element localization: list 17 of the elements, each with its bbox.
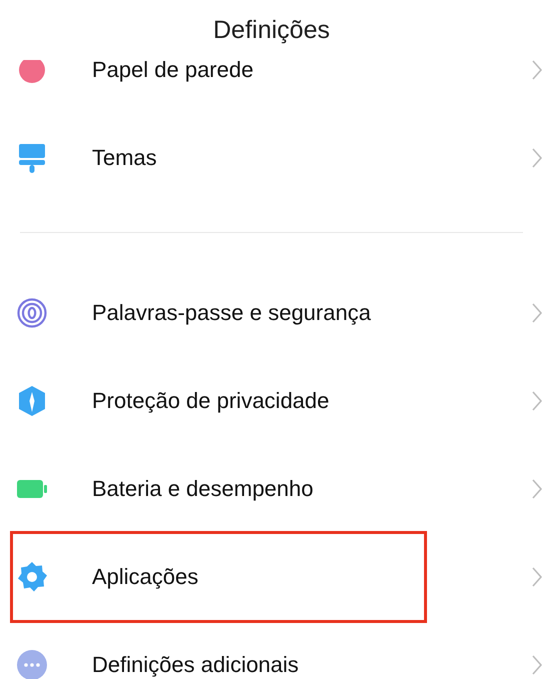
chevron-icon xyxy=(531,147,543,169)
settings-item[interactable]: Aplicações xyxy=(0,533,543,621)
page-title: Definições xyxy=(213,16,330,44)
chevron-icon xyxy=(531,390,543,412)
chevron-icon xyxy=(531,566,543,588)
chevron-icon xyxy=(531,478,543,500)
chevron-icon xyxy=(531,60,543,81)
chevron-icon xyxy=(531,654,543,676)
settings-item[interactable]: Definições adicionais xyxy=(0,621,543,679)
settings-item[interactable]: Palavras-passe e segurança xyxy=(0,269,543,357)
settings-item[interactable]: Temas xyxy=(0,114,543,202)
settings-item[interactable]: Bateria e desempenho xyxy=(0,445,543,533)
gear-icon xyxy=(15,560,49,594)
settings-item[interactable]: Papel de parede xyxy=(0,60,543,114)
chevron-icon xyxy=(531,302,543,324)
fingerprint-icon xyxy=(15,296,49,330)
settings-item[interactable]: Proteção de privacidade xyxy=(0,357,543,445)
